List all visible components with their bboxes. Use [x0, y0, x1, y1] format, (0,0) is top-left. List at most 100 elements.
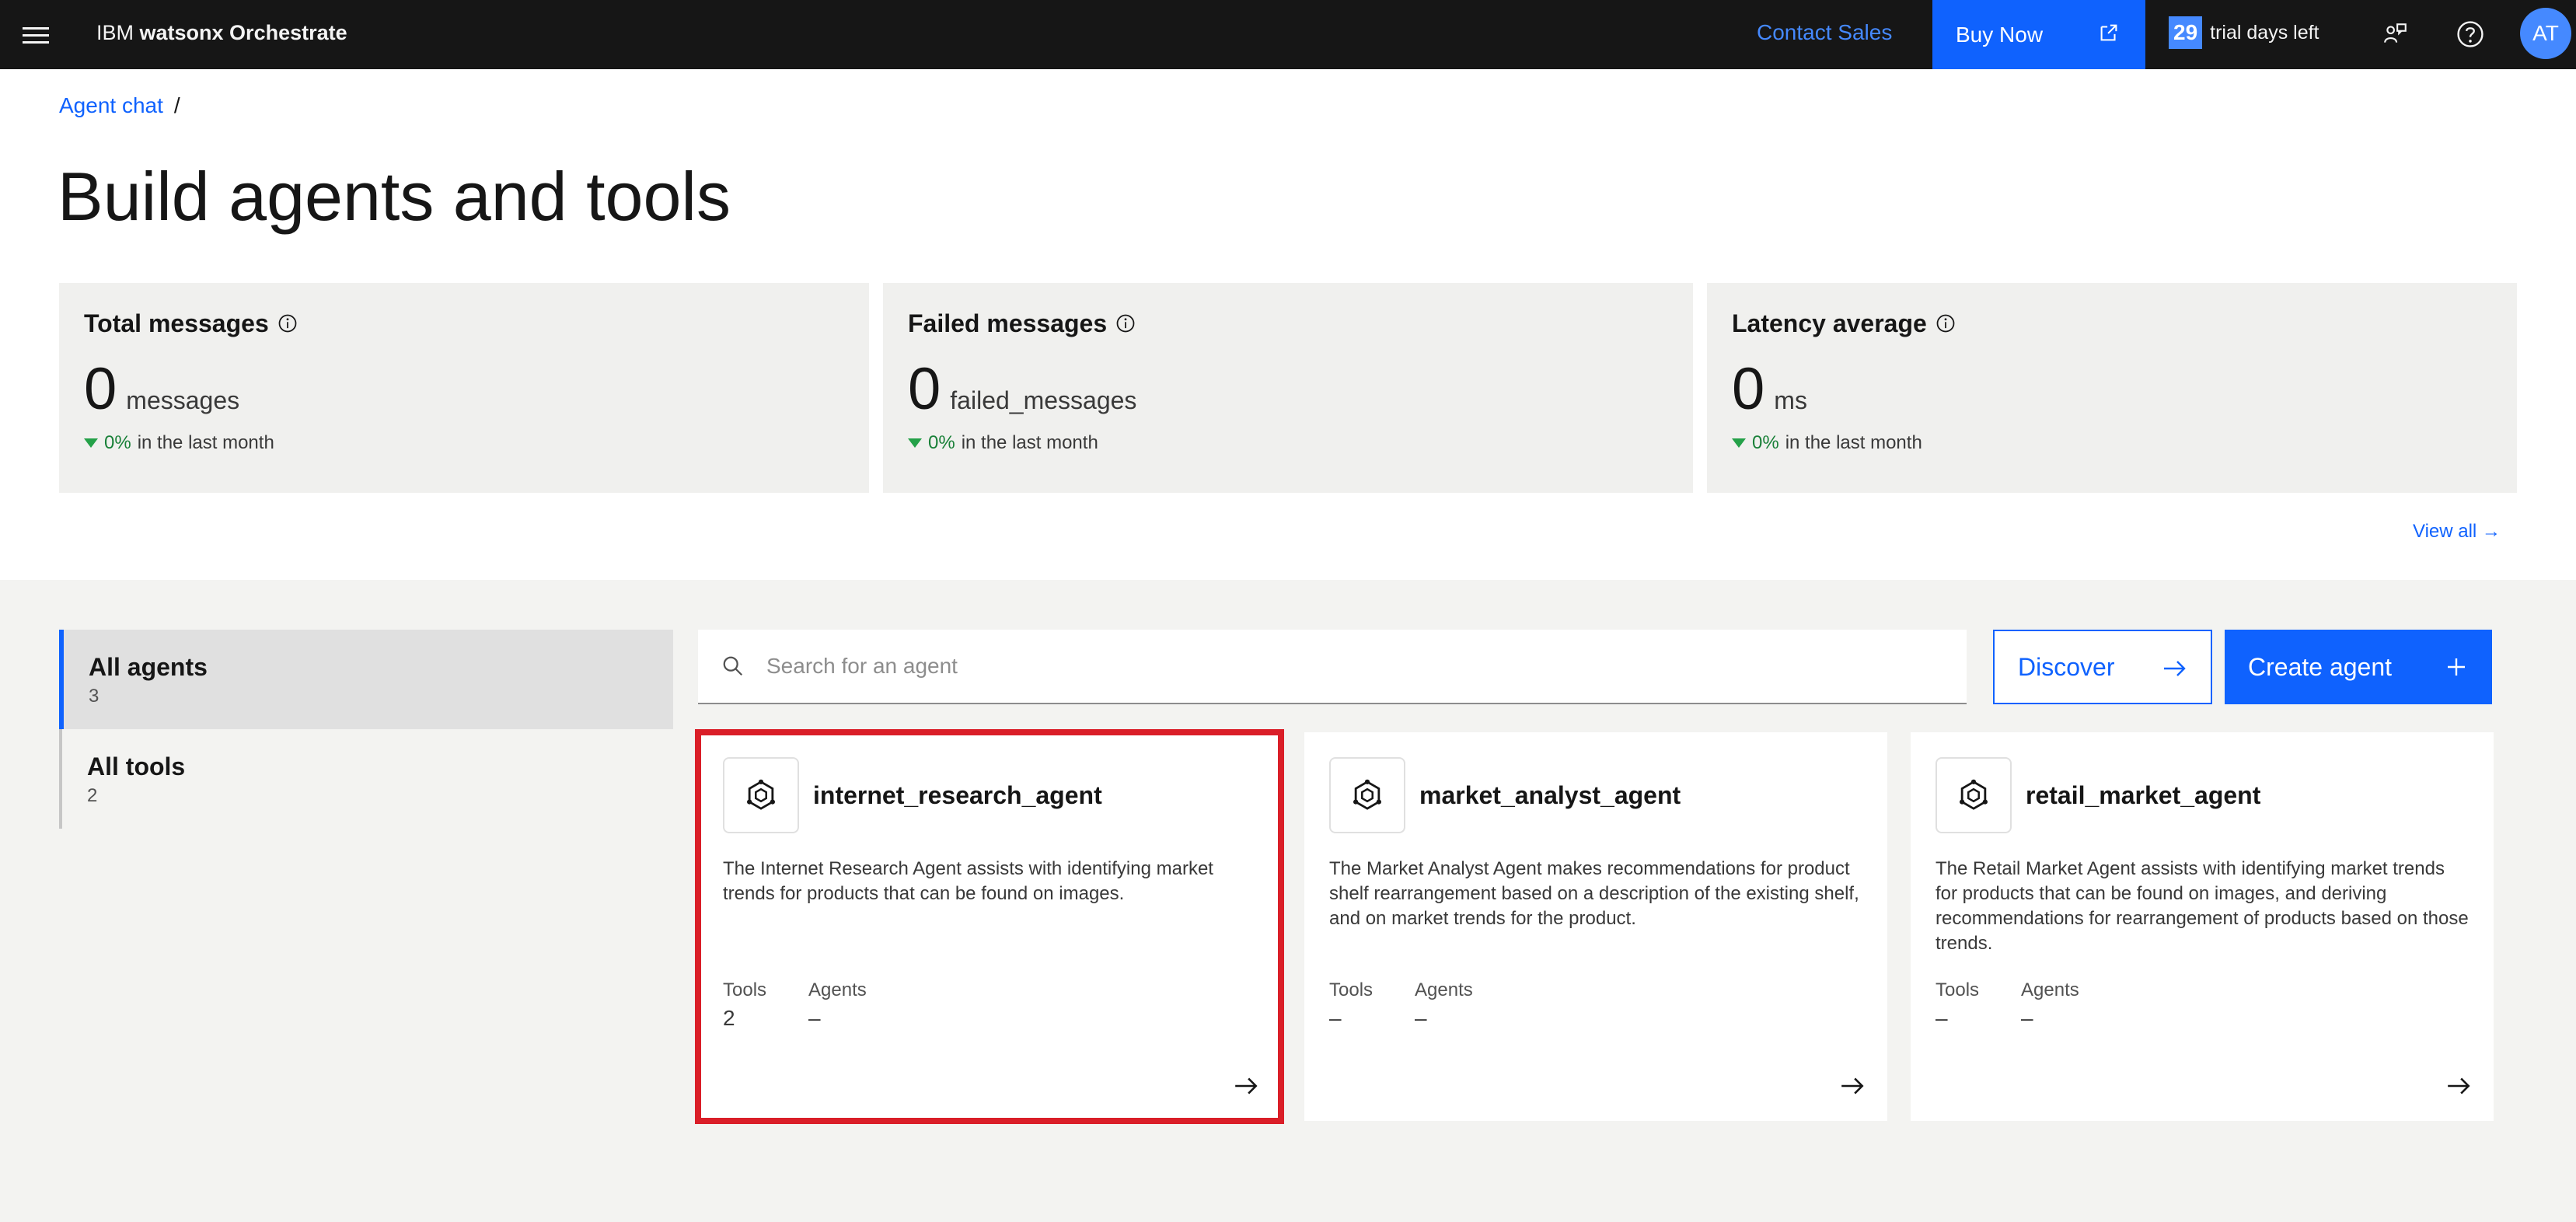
arrow-right-icon[interactable] [2445, 1073, 2472, 1099]
sidebar-item-count: 3 [89, 686, 99, 707]
stat-number: 0 [84, 356, 117, 422]
stat-unit: ms [1774, 386, 1807, 414]
agent-name: retail_market_agent [2026, 780, 2261, 809]
agents-label: Agents [1415, 979, 1473, 1000]
stat-title: Total messages [84, 308, 844, 339]
arrow-right-icon[interactable] [1839, 1073, 1866, 1099]
agents-label: Agents [808, 979, 867, 1000]
buy-now-button[interactable]: Buy Now [1932, 0, 2145, 69]
agents-meta: Agents – [808, 979, 867, 1031]
discover-label: Discover [2018, 652, 2115, 681]
view-all-link[interactable]: View all → [2413, 521, 2501, 543]
stat-value: 0 failed_messages [908, 354, 1668, 424]
page-title: Build agents and tools [58, 158, 731, 235]
card-header: market_analyst_agent [1329, 757, 1862, 833]
agent-card-market-analyst[interactable]: market_analyst_agent The Market Analyst … [1304, 732, 1887, 1121]
stat-total-messages: Total messages 0 messages 0% in the last… [59, 283, 869, 493]
help-icon[interactable] [2452, 16, 2489, 53]
trend-text: in the last month [1785, 432, 1922, 453]
stat-title: Latency average [1732, 308, 2492, 339]
plus-icon [2448, 658, 2465, 676]
stat-trend: 0% in the last month [908, 432, 1668, 454]
brand-name: watsonx Orchestrate [139, 21, 347, 44]
stat-value: 0 messages [84, 354, 844, 424]
agent-meta: Tools – Agents – [1935, 979, 2079, 1031]
agent-icon [1329, 757, 1405, 833]
tools-label: Tools [1329, 979, 1374, 1000]
stat-trend: 0% in the last month [84, 432, 844, 454]
arrow-right-icon[interactable] [1233, 1073, 1259, 1099]
create-agent-button[interactable]: Create agent [2225, 630, 2492, 704]
tools-value: – [1329, 1006, 1342, 1030]
stat-value: 0 ms [1732, 354, 2492, 424]
trend-percent: 0% [928, 432, 955, 453]
sidebar-item-all-agents[interactable]: All agents 3 [59, 630, 673, 729]
stat-failed-messages: Failed messages 0 failed_messages 0% in … [883, 283, 1693, 493]
product-brand[interactable]: IBM watsonx Orchestrate [96, 19, 347, 47]
hamburger-menu-icon[interactable] [12, 12, 59, 58]
agents-value: – [1415, 1006, 1427, 1030]
stat-trend: 0% in the last month [1732, 432, 2492, 454]
external-link-icon [2100, 24, 2117, 41]
breadcrumb-separator: / [173, 93, 180, 117]
agents-value: – [808, 1006, 821, 1030]
trend-percent: 0% [1752, 432, 1779, 453]
agents-value: – [2021, 1006, 2033, 1030]
agent-description: The Retail Market Agent assists with ide… [1935, 858, 2469, 954]
top-header: IBM watsonx Orchestrate Contact Sales Bu… [0, 0, 2576, 69]
tools-meta: Tools 2 [723, 979, 766, 1031]
brand-prefix: IBM [96, 21, 134, 44]
stat-title: Failed messages [908, 308, 1668, 339]
agents-meta: Agents – [2021, 979, 2079, 1031]
agent-icon [723, 757, 799, 833]
trend-down-icon [1732, 438, 1746, 448]
agent-hexagon-glyph [747, 779, 775, 810]
agent-name: market_analyst_agent [1419, 780, 1681, 809]
agent-hexagon-glyph [1960, 779, 1988, 810]
agent-description: The Internet Research Agent assists with… [723, 858, 1213, 904]
search-icon [723, 656, 743, 676]
stat-title-text: Latency average [1732, 309, 1927, 337]
agent-hexagon-glyph [1353, 779, 1381, 810]
agent-card-retail-market[interactable]: retail_market_agent The Retail Market Ag… [1911, 732, 2494, 1121]
stat-title-text: Total messages [84, 309, 269, 337]
trial-days-text: trial days left [2210, 21, 2319, 44]
search-input[interactable] [766, 654, 1932, 679]
user-chat-icon[interactable] [2377, 16, 2414, 53]
contact-sales-link[interactable]: Contact Sales [1757, 19, 1892, 47]
trend-text: in the last month [137, 432, 274, 453]
breadcrumb: Agent chat / [59, 92, 180, 120]
discover-button[interactable]: Discover [1993, 630, 2212, 704]
sidebar-item-count: 2 [87, 785, 98, 806]
agent-icon [1935, 757, 2012, 833]
trial-days-count: 29 [2169, 16, 2203, 49]
trend-percent: 0% [104, 432, 131, 453]
agent-card-internet-research[interactable]: internet_research_agent The Internet Res… [695, 729, 1284, 1124]
info-icon[interactable] [277, 312, 298, 334]
agent-meta: Tools 2 Agents – [723, 979, 867, 1031]
arrow-right-icon [2164, 661, 2186, 676]
user-chat-glyph [2384, 23, 2407, 43]
card-header: retail_market_agent [1935, 757, 2469, 833]
agent-name: internet_research_agent [813, 780, 1102, 809]
tools-value: 2 [723, 1006, 735, 1030]
card-header: internet_research_agent [723, 757, 1256, 833]
sidebar-item-all-tools[interactable]: All tools 2 [59, 729, 673, 829]
agent-description: The Market Analyst Agent makes recommend… [1329, 858, 1859, 929]
tools-value: – [1935, 1006, 1948, 1030]
stat-title-text: Failed messages [908, 309, 1108, 337]
agent-meta: Tools – Agents – [1329, 979, 1473, 1031]
tools-label: Tools [1935, 979, 1980, 1000]
breadcrumb-agent-chat[interactable]: Agent chat [59, 93, 163, 117]
buy-now-label: Buy Now [1956, 22, 2044, 47]
sidebar-item-label: All agents [89, 653, 208, 681]
stat-unit: failed_messages [950, 386, 1137, 414]
tools-meta: Tools – [1329, 979, 1373, 1031]
stat-unit: messages [126, 386, 240, 414]
user-avatar[interactable]: AT [2520, 8, 2571, 59]
info-icon[interactable] [1935, 312, 1956, 334]
tools-label: Tools [723, 979, 767, 1000]
stat-latency-average: Latency average 0 ms 0% in the last mont… [1707, 283, 2517, 493]
stat-number: 0 [908, 356, 941, 422]
info-icon[interactable] [1115, 312, 1136, 334]
